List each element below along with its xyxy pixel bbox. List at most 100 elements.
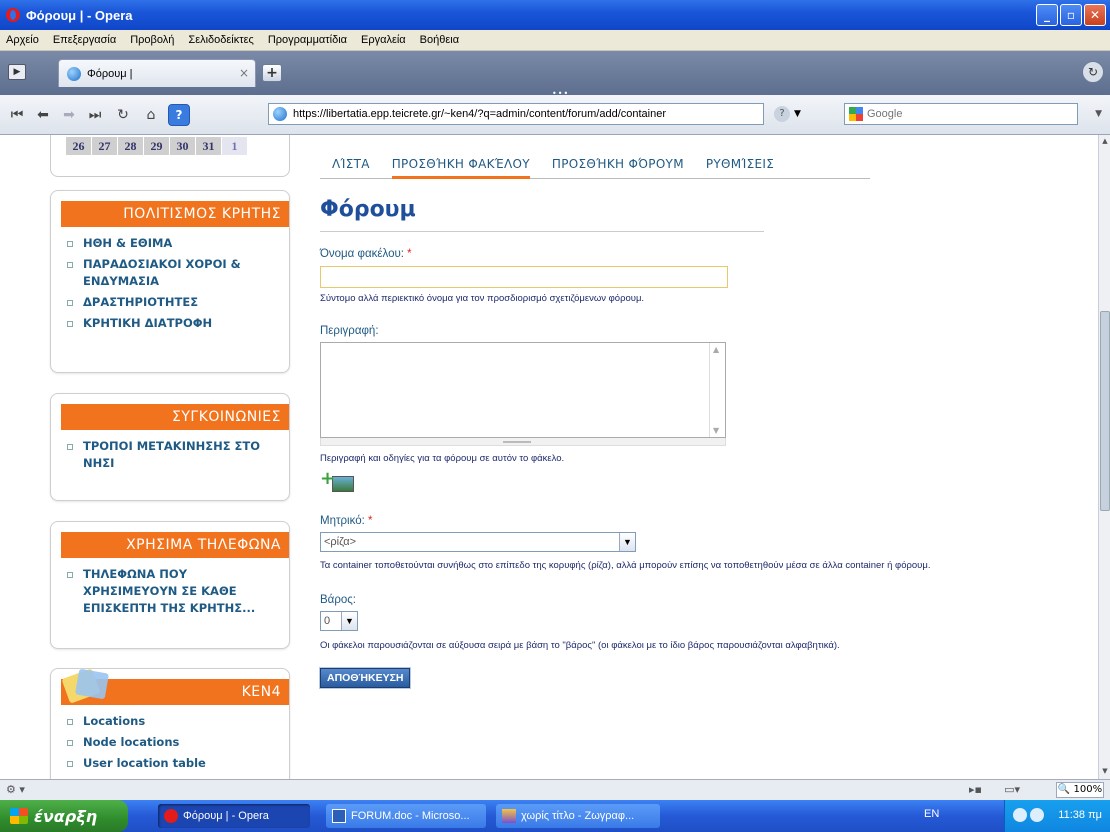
fast-forward-icon[interactable]: ⏭ [84,104,106,126]
language-indicator[interactable]: EN [924,808,939,820]
weight-label: Βάρος: [320,594,356,606]
menu-file[interactable]: Αρχείο [6,34,39,46]
calendar-day[interactable]: 30 [170,137,195,155]
settings-wand-icon[interactable]: ⚙ ▾ [6,783,25,796]
description-textarea[interactable]: ▲ ▼ [320,342,726,438]
url-input[interactable] [293,108,713,120]
scrollbar-thumb[interactable] [1100,311,1110,511]
page-scrollbar[interactable]: ▲ ▼ [1098,135,1110,779]
taskbar-item-opera[interactable]: Φόρουμ | - Opera [158,804,310,828]
search-bar[interactable] [844,103,1078,125]
sidebar-link[interactable]: ΤΗΛΕΦΩΝΑ ΠΟΥ ΧΡΗΣΙΜΕΥΟΥΝ ΣΕ ΚΑΘΕ ΕΠΙΣΚΕΠ… [67,566,275,617]
sidebar-link-label[interactable]: ΗΘΗ & ΕΘΙΜΑ [83,235,172,252]
taskbar-item-word[interactable]: FORUM.doc - Microso... [326,804,486,828]
calendar-day[interactable]: 31 [196,137,221,155]
calendar-day[interactable]: 27 [92,137,117,155]
trash-icon[interactable]: ↻ [1082,61,1104,83]
block-title: ΠΟΛΙΤΙΣΜΟΣ ΚΡΗΤΗΣ [61,201,289,227]
minimize-button[interactable]: _ [1036,4,1058,26]
search-input[interactable] [867,108,1067,120]
sidebar-link-label[interactable]: Node locations [83,734,179,751]
add-image-icon[interactable]: + [320,470,358,496]
menu-help[interactable]: Βοήθεια [420,34,459,46]
sidebar-link-label[interactable]: Locations [83,713,145,730]
close-button[interactable]: ✕ [1084,4,1106,26]
tab-close-icon[interactable]: × [239,66,249,80]
start-button[interactable]: έναρξη [0,800,128,832]
textarea-resize-handle[interactable] [320,438,726,446]
window-controls: _ ▫ ✕ [1036,4,1106,26]
speed-dial-icon[interactable]: ▸▪ [969,783,982,796]
parent-select-value: <ρίζα> [324,536,357,548]
view-mode-icon[interactable]: ▭▾ [1004,783,1020,796]
browser-tab[interactable]: Φόρουμ | × [58,59,256,87]
weight-select[interactable]: 0 ▼ [320,611,358,631]
tab-settings[interactable]: ΡΥΘΜΊΣΕΙΣ [706,153,774,179]
tab-add-container[interactable]: ΠΡΟΣΘΉΚΗ ΦΑΚΈΛΟΥ [391,153,530,179]
sidebar-link-label[interactable]: ΤΡΟΠΟΙ ΜΕΤΑΚΙΝΗΣΗΣ ΣΤΟ ΝΗΣΙ [83,438,275,472]
sidebar-link-label[interactable]: User location table [83,755,206,772]
zoom-control[interactable]: 🔍 100% [1056,782,1104,798]
sidebar-link[interactable]: User location table [67,755,275,772]
chevron-down-icon[interactable]: ▼ [619,533,635,551]
menu-view[interactable]: Προβολή [130,34,174,46]
sidebar-link[interactable]: ΤΡΟΠΟΙ ΜΕΤΑΚΙΝΗΣΗΣ ΣΤΟ ΝΗΣΙ [67,438,275,472]
network-icon[interactable] [1013,808,1027,822]
reload-icon[interactable]: ↻ [112,104,134,126]
bullet-icon [67,572,73,578]
save-button[interactable]: ΑΠΟΘΉΚΕΥΣΗ [318,667,412,689]
back-icon[interactable]: ⬅ [32,104,54,126]
chevron-down-icon[interactable]: ▼ [341,612,357,630]
sidebar-link-label[interactable]: ΔΡΑΣΤΗΡΙΟΤΗΤΕΣ [83,294,198,311]
block-title-text: KEN4 [241,684,281,700]
sidebar-link[interactable]: ΚΡΗΤΙΚΗ ΔΙΑΤΡΟΦΗ [67,315,275,332]
search-engine-dropdown-icon[interactable]: ▼ [1095,109,1102,119]
container-name-input[interactable] [320,266,728,288]
rewind-icon[interactable]: ⏮ [6,104,28,126]
history-dropdown-icon[interactable]: ▼ [794,109,801,119]
forward-icon[interactable]: ➡ [58,104,80,126]
page-title: Φόρουμ [320,197,416,222]
calendar-day[interactable]: 28 [118,137,143,155]
admin-tabs: ΛΊΣΤΑ ΠΡΟΣΘΉΚΗ ΦΑΚΈΛΟΥ ΠΡΟΣΘΉΚΗ ΦΌΡΟΥΜ Ρ… [320,153,870,179]
menu-bookmarks[interactable]: Σελιδοδείκτες [188,34,253,46]
sidebar-link[interactable]: ΔΡΑΣΤΗΡΙΟΤΗΤΕΣ [67,294,275,311]
tab-add-forum[interactable]: ΠΡΟΣΘΉΚΗ ΦΌΡΟΥΜ [552,153,684,179]
panel-toggle-icon[interactable]: ▶ [8,64,26,80]
help-icon[interactable]: ? [168,104,190,126]
sidebar-link[interactable]: ΠΑΡΑΔΟΣΙΑΚΟΙ ΧΟΡΟΙ & ΕΝΔΥΜΑΣΙΑ [67,256,275,290]
name-help-text: Σύντομο αλλά περιεκτικό όνομα για τον πρ… [320,293,645,304]
home-icon[interactable]: ⌂ [140,104,162,126]
sidebar-link[interactable]: ΗΘΗ & ΕΘΙΜΑ [67,235,275,252]
taskbar-item-paint[interactable]: χωρίς τίτλο - Ζωγραφ... [496,804,660,828]
sidebar-link-label[interactable]: ΠΑΡΑΔΟΣΙΑΚΟΙ ΧΟΡΟΙ & ΕΝΔΥΜΑΣΙΑ [83,256,275,290]
calendar-day[interactable]: 26 [66,137,91,155]
calendar-day-next-month[interactable]: 1 [222,137,247,155]
scroll-down-icon[interactable]: ▼ [713,426,719,435]
sidebar-block-transport: ΣΥΓΚΟΙΝΩΝΙΕΣ ΤΡΟΠΟΙ ΜΕΤΑΚΙΝΗΣΗΣ ΣΤΟ ΝΗΣΙ [50,393,290,501]
windows-taskbar: έναρξη Φόρουμ | - Opera FORUM.doc - Micr… [0,800,1110,832]
menu-tools[interactable]: Εργαλεία [361,34,406,46]
menu-widgets[interactable]: Προγραμματίδια [268,34,347,46]
scroll-up-icon[interactable]: ▲ [713,345,719,354]
status-bar: ⚙ ▾ ▸▪ ▭▾ 🔍 100% [0,779,1110,800]
new-tab-button[interactable]: + [262,64,282,82]
calendar-day[interactable]: 29 [144,137,169,155]
scroll-up-icon[interactable]: ▲ [1100,137,1110,147]
volume-icon[interactable] [1030,808,1044,822]
address-bar[interactable] [268,103,764,125]
site-info-icon[interactable]: ? [774,106,790,122]
tab-list[interactable]: ΛΊΣΤΑ [332,153,370,179]
bullet-icon [67,444,73,450]
name-field-label: Όνομα φακέλου: * [320,248,412,260]
menu-edit[interactable]: Επεξεργασία [53,34,116,46]
bullet-icon [67,300,73,306]
sidebar-link-label[interactable]: ΚΡΗΤΙΚΗ ΔΙΑΤΡΟΦΗ [83,315,212,332]
sidebar-link-label[interactable]: ΤΗΛΕΦΩΝΑ ΠΟΥ ΧΡΗΣΙΜΕΥΟΥΝ ΣΕ ΚΑΘΕ ΕΠΙΣΚΕΠ… [83,566,275,617]
scroll-down-icon[interactable]: ▼ [1100,767,1110,777]
sidebar-link[interactable]: Node locations [67,734,275,751]
textarea-scrollbar[interactable]: ▲ ▼ [709,343,725,437]
maximize-button[interactable]: ▫ [1060,4,1082,26]
parent-select[interactable]: <ρίζα> ▼ [320,532,636,552]
sidebar-link[interactable]: Locations [67,713,275,730]
